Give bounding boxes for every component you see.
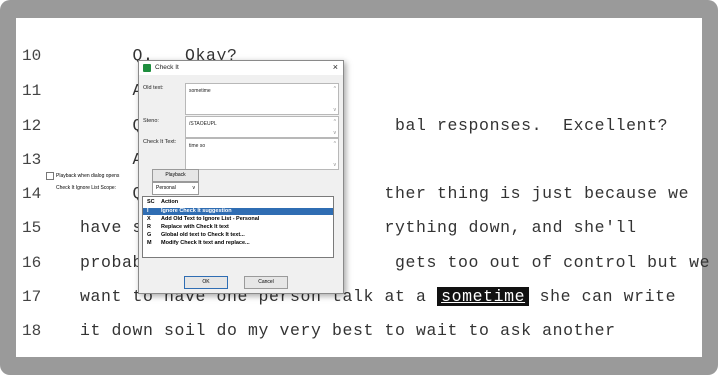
scroll-up-icon[interactable]: ^ <box>334 86 336 92</box>
menu-item-label: Global old text to Check It text... <box>161 232 245 238</box>
steno-field[interactable]: /STAOEUPL ^ v <box>185 116 339 138</box>
close-icon[interactable]: × <box>333 62 338 72</box>
highlighted-word[interactable]: sometime <box>437 287 530 306</box>
menu-item-label: Ignore Check It suggestion <box>161 208 232 214</box>
menu-item-key: I <box>147 208 149 214</box>
menu-item-label: Modify Check It text and replace... <box>161 240 250 246</box>
menu-item-label: Replace with Check It text <box>161 224 229 230</box>
menu-item-key: M <box>147 240 152 246</box>
menu-header-action: Action <box>161 199 179 205</box>
transcript-line[interactable]: A <box>80 81 143 100</box>
menu-item-label: Add Old Text to Ignore List - Personal <box>161 216 260 222</box>
menu-item-global[interactable]: G Global old text to Check It text... <box>143 232 333 239</box>
ok-button[interactable]: OK <box>184 276 228 289</box>
menu-header: SC Action <box>143 199 333 206</box>
dialog-titlebar: Check It × <box>139 61 343 75</box>
steno-label: Steno: <box>143 118 159 124</box>
transcript-line[interactable]: A <box>80 150 143 169</box>
line-number: 10 <box>22 47 42 65</box>
check-it-text-field[interactable]: time so ^ v <box>185 138 339 170</box>
check-it-text-label: Check It Text: <box>143 139 177 145</box>
dialog-title: Check It <box>155 64 179 71</box>
playback-checkbox[interactable] <box>46 172 54 180</box>
line-number: 17 <box>22 288 42 306</box>
menu-item-key: G <box>147 232 152 238</box>
check-it-text-value: time so <box>189 143 206 149</box>
steno-value: /STAOEUPL <box>189 121 217 127</box>
line-number: 13 <box>22 151 42 169</box>
cancel-button[interactable]: Cancel <box>244 276 288 289</box>
line-number: 11 <box>22 82 42 100</box>
action-menu: SC Action I Ignore Check It suggestion X… <box>142 196 334 258</box>
scope-label: Check It Ignore List Scope: <box>56 185 117 191</box>
line-text-post: she can write <box>529 287 677 306</box>
menu-item-key: R <box>147 224 151 230</box>
scope-value: Personal <box>156 185 176 191</box>
playback-button[interactable]: Playback <box>152 169 199 182</box>
playback-checkbox-label: Playback when dialog opens <box>56 173 120 179</box>
line-number: 12 <box>22 117 42 135</box>
scroll-up-icon[interactable]: ^ <box>334 119 336 125</box>
menu-item-modify[interactable]: M Modify Check It text and replace... <box>143 240 333 247</box>
line-number: 16 <box>22 254 42 272</box>
app-icon <box>143 64 151 72</box>
scroll-down-icon[interactable]: v <box>334 107 337 113</box>
line-number: 15 <box>22 219 42 237</box>
scroll-down-icon[interactable]: v <box>334 162 337 168</box>
old-text-field[interactable]: sometime ^ v <box>185 83 339 115</box>
chevron-down-icon: v <box>192 185 196 191</box>
menu-item-add-ignore[interactable]: X Add Old Text to Ignore List - Personal <box>143 216 333 223</box>
scope-select[interactable]: Personal v <box>152 182 199 195</box>
menu-header-sc: SC <box>147 199 155 205</box>
menu-item-ignore[interactable]: I Ignore Check It suggestion <box>143 208 333 215</box>
menu-item-replace[interactable]: R Replace with Check It text <box>143 224 333 231</box>
transcript-line[interactable]: it down soil do my very best to wait to … <box>80 321 616 340</box>
scroll-down-icon[interactable]: v <box>334 130 337 136</box>
menu-item-key: X <box>147 216 151 222</box>
old-text-value: sometime <box>189 88 211 94</box>
old-text-label: Old text: <box>143 85 164 91</box>
line-number: 18 <box>22 322 42 340</box>
scroll-up-icon[interactable]: ^ <box>334 141 336 147</box>
